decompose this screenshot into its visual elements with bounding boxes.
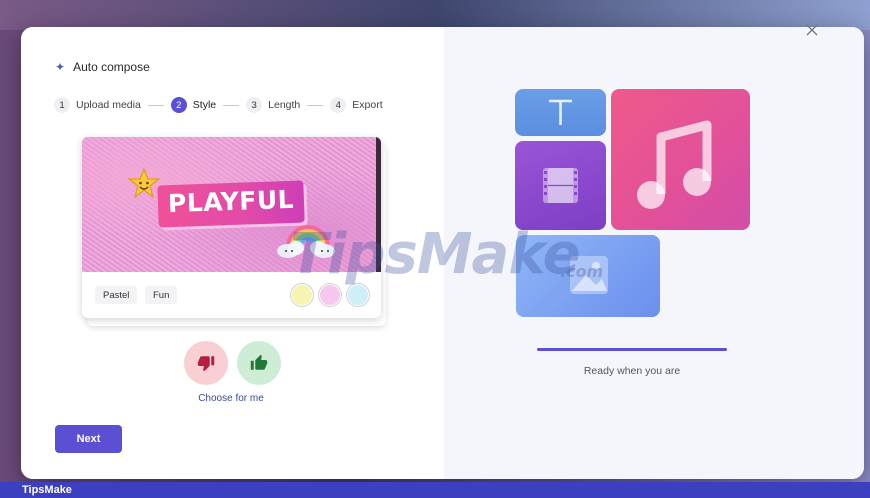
step-label: Upload media: [76, 99, 141, 111]
style-card-footer: Pastel Fun: [82, 272, 381, 318]
thumbs-up-icon: [250, 354, 268, 370]
status-text: Ready when you are: [583, 365, 681, 377]
star-icon: [128, 167, 160, 199]
stepper: 1 Upload media 2 Style 3 Length 4 Export: [54, 97, 383, 113]
step-label: Export: [352, 99, 383, 111]
thumbs-down-icon: [197, 356, 215, 372]
close-icon[interactable]: [804, 22, 820, 38]
video-tile: [515, 141, 606, 230]
step-number: 4: [330, 97, 347, 113]
footer-label: TipsMake: [22, 484, 72, 496]
music-tile: [611, 89, 750, 230]
sparkle-icon: ✦: [55, 60, 66, 74]
rainbow-cloud-icon: [277, 225, 335, 258]
step-number: 1: [54, 97, 70, 113]
card-edge: [376, 137, 381, 272]
text-icon: [549, 99, 572, 125]
next-button[interactable]: Next: [55, 425, 122, 453]
step-number: 3: [246, 97, 263, 113]
step-separator: [307, 104, 324, 106]
style-card[interactable]: PLAYFUL Pastel Fun: [82, 137, 381, 318]
film-icon: [543, 168, 578, 203]
like-button[interactable]: [237, 341, 281, 385]
desktop-backdrop: [0, 0, 870, 30]
color-swatch: [347, 284, 369, 306]
step-number: 2: [170, 97, 187, 113]
image-tile: [516, 235, 660, 317]
progress-bar: [537, 348, 727, 351]
step-label: Length: [268, 99, 301, 111]
left-panel: ✦ Auto compose 1 Upload media 2 Style 3 …: [21, 27, 444, 479]
dislike-button[interactable]: [184, 341, 228, 385]
step-export[interactable]: 4 Export: [330, 97, 383, 113]
style-tag: Fun: [145, 286, 178, 304]
step-style[interactable]: 2 Style: [170, 97, 217, 113]
color-swatch: [291, 284, 313, 306]
step-separator: [223, 104, 240, 106]
step-separator: [147, 104, 164, 106]
progress-fill: [537, 348, 727, 351]
style-preview-image: PLAYFUL: [82, 137, 381, 272]
text-tile: [515, 89, 606, 136]
step-label: Style: [192, 99, 217, 111]
step-upload-media[interactable]: 1 Upload media: [54, 97, 141, 113]
image-icon: [570, 256, 608, 294]
dialog-title: Auto compose: [73, 60, 150, 74]
style-tag: Pastel: [95, 286, 138, 304]
footer-bar: TipsMake: [0, 482, 870, 498]
step-length[interactable]: 3 Length: [246, 97, 300, 113]
choose-for-me-link[interactable]: Choose for me: [191, 393, 271, 404]
dialog-header: ✦ Auto compose: [55, 60, 150, 74]
color-swatch: [319, 284, 341, 306]
music-note-icon: [637, 120, 712, 209]
